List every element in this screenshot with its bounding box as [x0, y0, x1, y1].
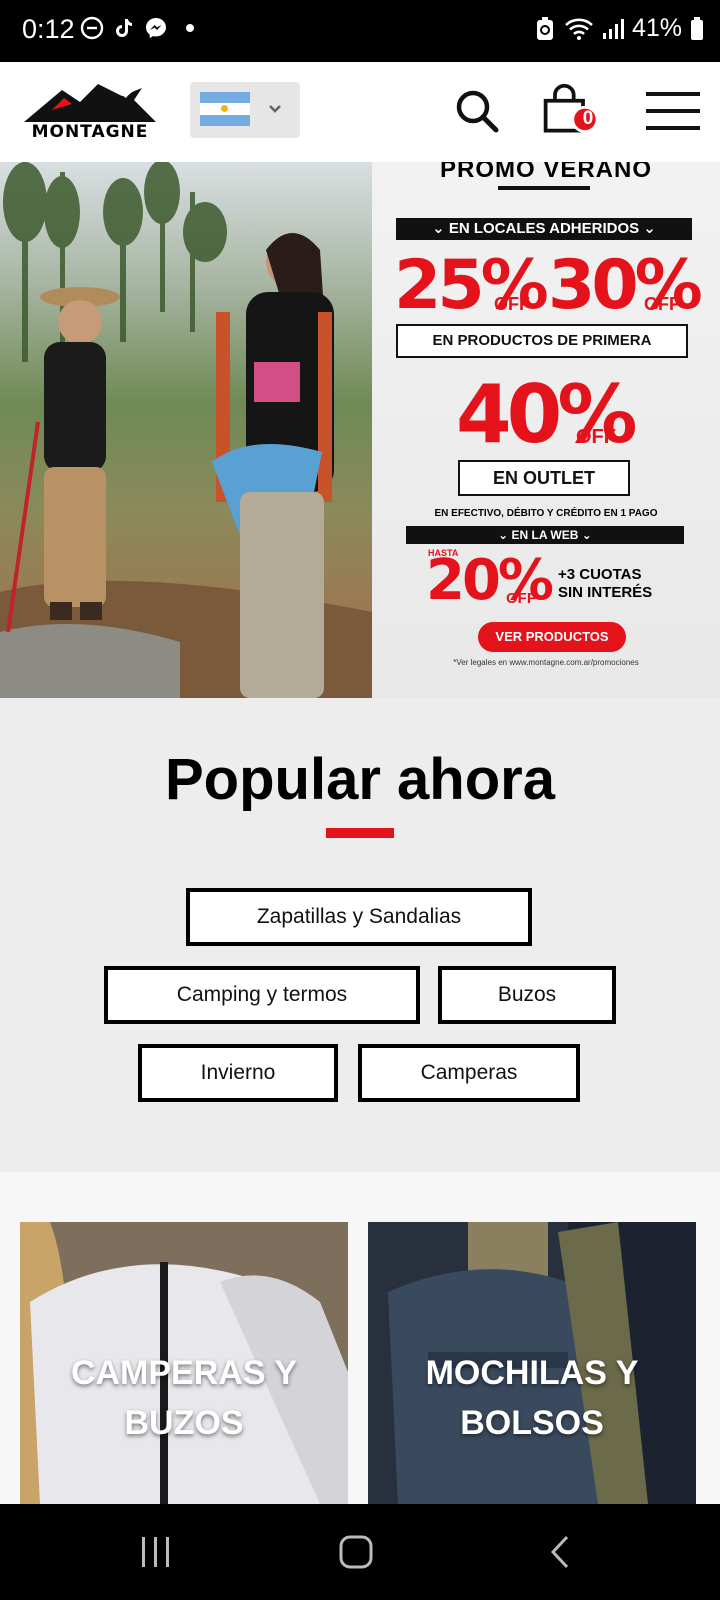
chip-invierno[interactable]: Invierno — [138, 1044, 338, 1102]
menu-button[interactable] — [642, 82, 704, 140]
recent-apps-icon — [142, 1537, 169, 1567]
chip-buzos[interactable]: Buzos — [438, 966, 616, 1024]
off-label-25: OFF — [494, 294, 530, 314]
wifi-icon — [565, 18, 593, 40]
system-nav-bar — [0, 1504, 720, 1600]
installments-line1: +3 CUOTAS — [558, 566, 642, 583]
logo-wordmark: MONTAGNE — [31, 122, 149, 142]
ver-productos-button[interactable]: VER PRODUCTOS — [478, 622, 626, 652]
home-button[interactable] — [326, 1528, 386, 1576]
do-not-disturb-icon — [80, 16, 104, 40]
signal-icon — [602, 18, 624, 39]
off-label-20: OFF — [506, 590, 536, 607]
tiktok-icon — [116, 19, 132, 37]
back-button[interactable] — [530, 1528, 590, 1576]
battery-icon — [691, 16, 703, 40]
back-icon — [550, 1535, 569, 1569]
off-label-30: OFF — [644, 294, 680, 314]
popular-title-underline — [326, 828, 394, 838]
site-header: MONTAGNE 0 — [0, 62, 720, 162]
hamburger-menu-icon — [646, 92, 700, 130]
promo-panel: PROMO VERANO ⌄ EN LOCALES ADHERIDOS ⌄ 25… — [372, 162, 720, 698]
home-icon — [339, 1535, 373, 1569]
battery-saver-icon — [536, 16, 553, 40]
category-card-camperas-buzos[interactable]: CAMPERAS Y BUZOS — [20, 1222, 348, 1504]
category-card-mochilas-bolsos[interactable]: MOCHILAS Y BOLSOS — [368, 1222, 696, 1504]
hikers-photo — [0, 162, 372, 698]
chip-camping-termos[interactable]: Camping y termos — [104, 966, 420, 1024]
category-grid: CAMPERAS Y BUZOS MOCHILAS Y BOLSOS — [0, 1172, 720, 1504]
stores-label: ⌄ EN LOCALES ADHERIDOS ⌄ — [396, 218, 692, 240]
hikers-illustration — [0, 162, 372, 698]
country-selector[interactable] — [190, 82, 300, 138]
off-label-40: OFF — [576, 426, 616, 448]
montagne-logo[interactable]: MONTAGNE — [22, 80, 158, 142]
popular-title: Popular ahora — [165, 747, 555, 812]
category-label-mochilas-bolsos: MOCHILAS Y BOLSOS — [425, 1354, 639, 1442]
eagle-logo-icon — [24, 84, 156, 122]
status-right: 41% — [534, 14, 704, 43]
cart-count-badge: 0 — [582, 108, 594, 129]
search-icon — [456, 90, 499, 133]
popular-section: Popular ahora Zapatillas y Sandalias Cam… — [0, 698, 720, 1172]
status-time: 0:12 — [22, 14, 75, 44]
category-label-camperas-buzos: CAMPERAS Y BUZOS — [70, 1354, 298, 1442]
status-bar: 0:12 41% — [0, 0, 720, 62]
argentina-flag-icon — [200, 92, 250, 126]
promo-banner[interactable]: PROMO VERANO ⌄ EN LOCALES ADHERIDOS ⌄ 25… — [0, 162, 720, 698]
recent-apps-button[interactable] — [126, 1528, 186, 1576]
battery-percent: 41% — [631, 14, 682, 42]
promo-title-underline — [498, 186, 590, 190]
cart-button[interactable]: 0 — [540, 82, 598, 140]
status-left-icons — [80, 16, 194, 40]
installments-line2: SIN INTERÉS — [558, 584, 653, 601]
messenger-icon — [146, 18, 166, 38]
legal-note: *Ver legales en www.montagne.com.ar/prom… — [453, 658, 639, 667]
promo-title: PROMO VERANO — [439, 162, 652, 183]
payment-note: EN EFECTIVO, DÉBITO Y CRÉDITO EN 1 PAGO — [434, 508, 658, 519]
notification-dot — [186, 24, 194, 32]
chevron-down-icon — [269, 105, 281, 113]
web-label: ⌄ EN LA WEB ⌄ — [406, 526, 684, 544]
chip-camperas[interactable]: Camperas — [358, 1044, 580, 1102]
chip-zapatillas-sandalias[interactable]: Zapatillas y Sandalias — [186, 888, 532, 946]
search-button[interactable] — [448, 82, 506, 140]
first-quality-box: EN PRODUCTOS DE PRIMERA — [396, 324, 688, 358]
outlet-box: EN OUTLET — [458, 460, 630, 496]
